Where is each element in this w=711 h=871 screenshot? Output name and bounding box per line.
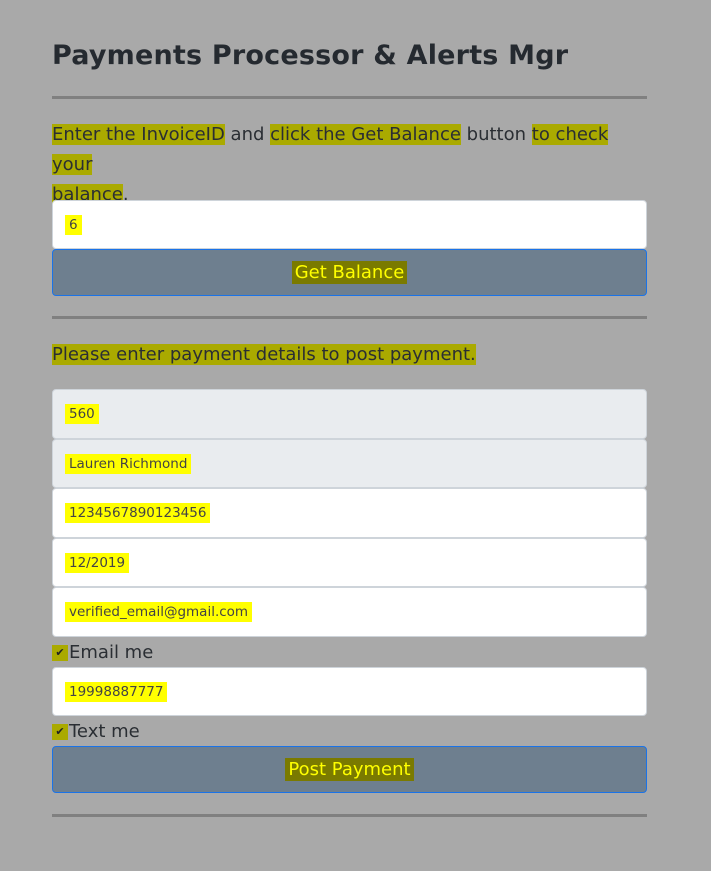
instruction-part: Enter the InvoiceID xyxy=(52,124,225,145)
instruction-part: button xyxy=(460,124,532,145)
input-value: Lauren Richmond xyxy=(65,453,192,474)
phone-field[interactable]: 19998887777 xyxy=(52,667,647,716)
button-label: Post Payment xyxy=(285,758,414,781)
balance-instruction: Enter the InvoiceID and click the Get Ba… xyxy=(52,120,647,210)
divider xyxy=(52,96,647,99)
text-me-option: ✔ Text me xyxy=(52,721,140,742)
payment-instruction: Please enter payment details to post pay… xyxy=(52,340,647,370)
button-label: Get Balance xyxy=(291,261,408,284)
invoice-id-field[interactable]: 560 xyxy=(52,389,647,439)
instruction-part: and xyxy=(224,124,271,145)
email-me-option: ✔ Email me xyxy=(52,642,153,663)
email-field[interactable]: verified_email@gmail.com xyxy=(52,587,647,637)
instruction-part: click the Get Balance xyxy=(270,124,461,145)
divider xyxy=(52,316,647,319)
input-value: 1234567890123456 xyxy=(65,503,211,523)
input-value: 6 xyxy=(65,214,82,235)
get-balance-button[interactable]: Get Balance xyxy=(52,249,647,296)
invoice-id-input[interactable]: 6 xyxy=(52,200,647,249)
name-field[interactable]: Lauren Richmond xyxy=(52,439,647,488)
text-me-checkbox[interactable]: ✔ xyxy=(52,723,68,740)
instruction-text: Please enter payment details to post pay… xyxy=(52,344,476,365)
input-value: 12/2019 xyxy=(65,552,130,573)
divider xyxy=(52,814,647,817)
post-payment-button[interactable]: Post Payment xyxy=(52,746,647,793)
input-value: verified_email@gmail.com xyxy=(65,602,253,622)
card-number-field[interactable]: 1234567890123456 xyxy=(52,488,647,538)
input-value: 19998887777 xyxy=(65,681,168,702)
email-me-label: Email me xyxy=(69,642,154,663)
input-value: 560 xyxy=(65,404,99,424)
page-title: Payments Processor & Alerts Mgr xyxy=(52,40,569,71)
text-me-label: Text me xyxy=(69,721,140,742)
email-me-checkbox[interactable]: ✔ xyxy=(52,644,68,661)
expiry-field[interactable]: 12/2019 xyxy=(52,538,647,587)
